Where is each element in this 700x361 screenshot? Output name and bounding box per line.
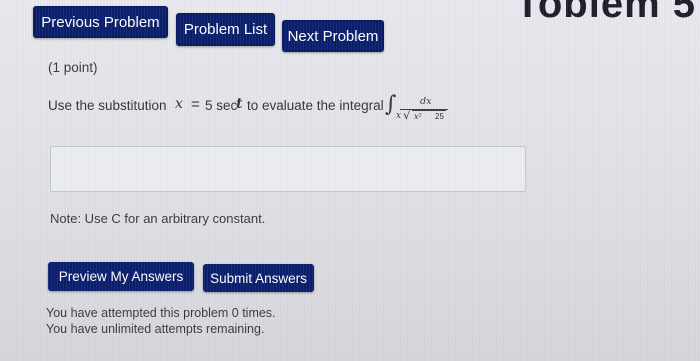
submit-answers-button[interactable]: Submit Answers xyxy=(203,264,314,292)
integral-denominator-squared: x² xyxy=(414,112,422,121)
page-title: Toblem 5 xyxy=(515,0,696,26)
math-equals: = xyxy=(191,96,200,113)
problem-page: Toblem 5 Previous Problem Problem List N… xyxy=(0,0,700,361)
constant-note: Note: Use C for an arbitrary constant. xyxy=(50,211,266,226)
math-substitution: 5 sec xyxy=(205,98,238,113)
square-root-sign: √ xyxy=(403,108,411,122)
integral-denominator-x: x xyxy=(396,111,402,121)
integral-denominator-constant: 25 xyxy=(435,112,444,121)
root-overline xyxy=(412,110,446,111)
problem-intro-text: Use the substitution xyxy=(48,98,167,113)
answer-input[interactable] xyxy=(50,146,526,192)
integral-sign: ∫ xyxy=(385,92,397,117)
attempts-count-text: You have attempted this problem 0 times. xyxy=(46,306,276,320)
integral-numerator: dx xyxy=(420,96,432,107)
math-variable-x: x xyxy=(175,96,183,112)
attempts-remaining-text: You have unlimited attempts remaining. xyxy=(46,322,265,336)
problem-points: (1 point) xyxy=(48,60,98,75)
math-variable-t: t xyxy=(236,96,243,112)
problem-list-button[interactable]: Problem List xyxy=(176,13,275,46)
problem-middle-text: to evaluate the integral xyxy=(247,98,384,113)
preview-answers-button[interactable]: Preview My Answers xyxy=(48,262,194,291)
previous-problem-button[interactable]: Previous Problem xyxy=(33,6,168,38)
attempts-info: You have attempted this problem 0 times.… xyxy=(46,305,276,337)
problem-statement: Use the substitution x = 5 sec t to eval… xyxy=(48,92,468,132)
next-problem-button[interactable]: Next Problem xyxy=(282,20,384,52)
